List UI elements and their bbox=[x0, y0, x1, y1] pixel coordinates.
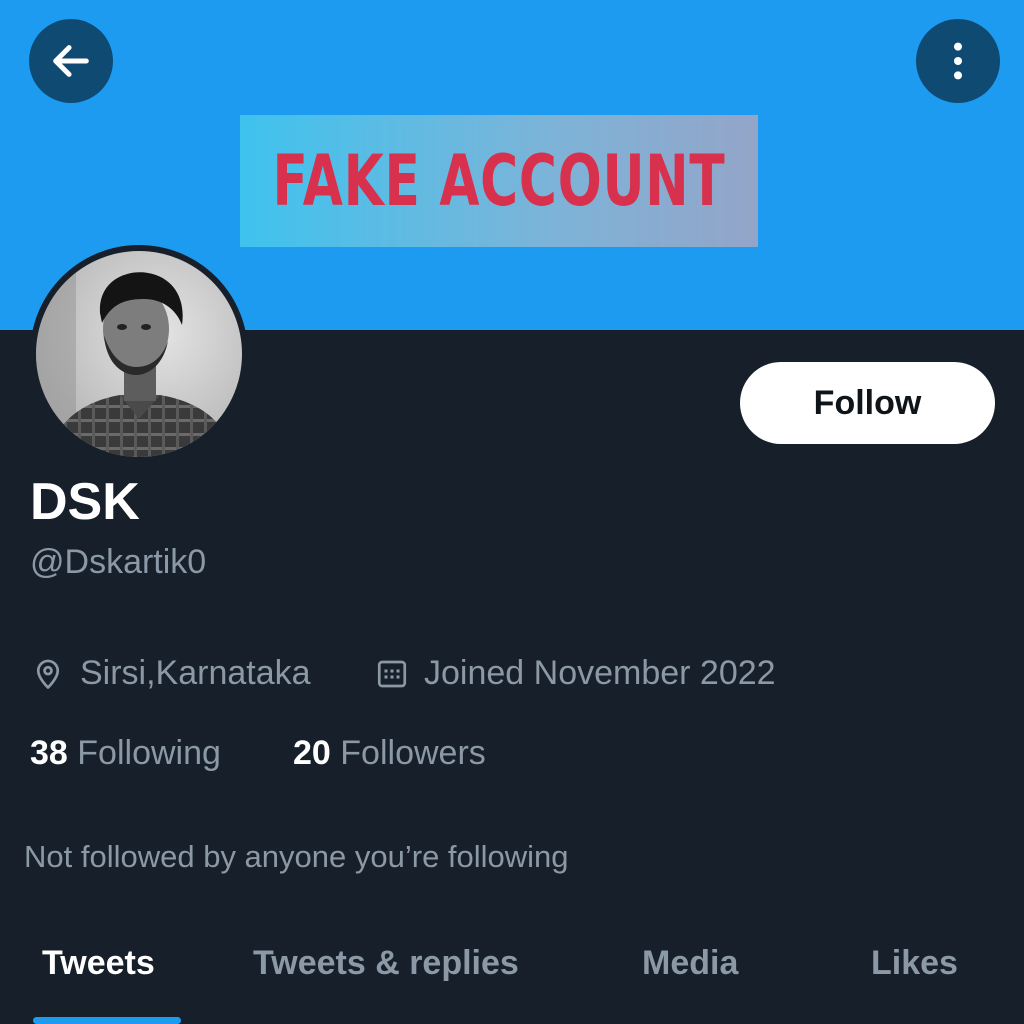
more-vertical-icon bbox=[953, 42, 963, 80]
location-pin-icon bbox=[36, 659, 60, 689]
followers-link[interactable]: 20 Followers bbox=[293, 734, 486, 773]
profile-joined: Joined November 2022 bbox=[374, 654, 776, 693]
location-text: Sirsi,Karnataka bbox=[80, 654, 311, 692]
fake-account-stamp: FAKE ACCOUNT bbox=[240, 115, 758, 247]
back-button[interactable] bbox=[29, 19, 113, 103]
profile-handle: @Dskartik0 bbox=[30, 543, 207, 581]
more-options-button[interactable] bbox=[916, 19, 1000, 103]
active-tab-indicator bbox=[33, 1017, 181, 1024]
follow-button[interactable]: Follow bbox=[740, 362, 995, 444]
following-count: 38 bbox=[30, 734, 68, 772]
arrow-left-icon bbox=[53, 45, 89, 77]
followers-count: 20 bbox=[293, 734, 331, 772]
tab-tweets[interactable]: Tweets bbox=[42, 944, 155, 983]
following-link[interactable]: 38 Following bbox=[30, 734, 221, 773]
stamp-text: FAKE ACCOUNT bbox=[272, 140, 726, 222]
calendar-icon bbox=[377, 660, 407, 687]
joined-text: Joined November 2022 bbox=[424, 654, 776, 692]
following-label: Following bbox=[77, 734, 221, 772]
tab-tweets-replies[interactable]: Tweets & replies bbox=[253, 944, 519, 983]
avatar-photo bbox=[36, 251, 242, 457]
followers-label: Followers bbox=[340, 734, 486, 772]
avatar[interactable] bbox=[30, 245, 248, 463]
profile-location: Sirsi,Karnataka bbox=[30, 654, 311, 693]
profile-name: DSK bbox=[30, 473, 140, 531]
tab-media[interactable]: Media bbox=[642, 944, 738, 983]
tab-likes[interactable]: Likes bbox=[871, 944, 958, 983]
not-followed-note: Not followed by anyone you’re following bbox=[24, 839, 569, 874]
